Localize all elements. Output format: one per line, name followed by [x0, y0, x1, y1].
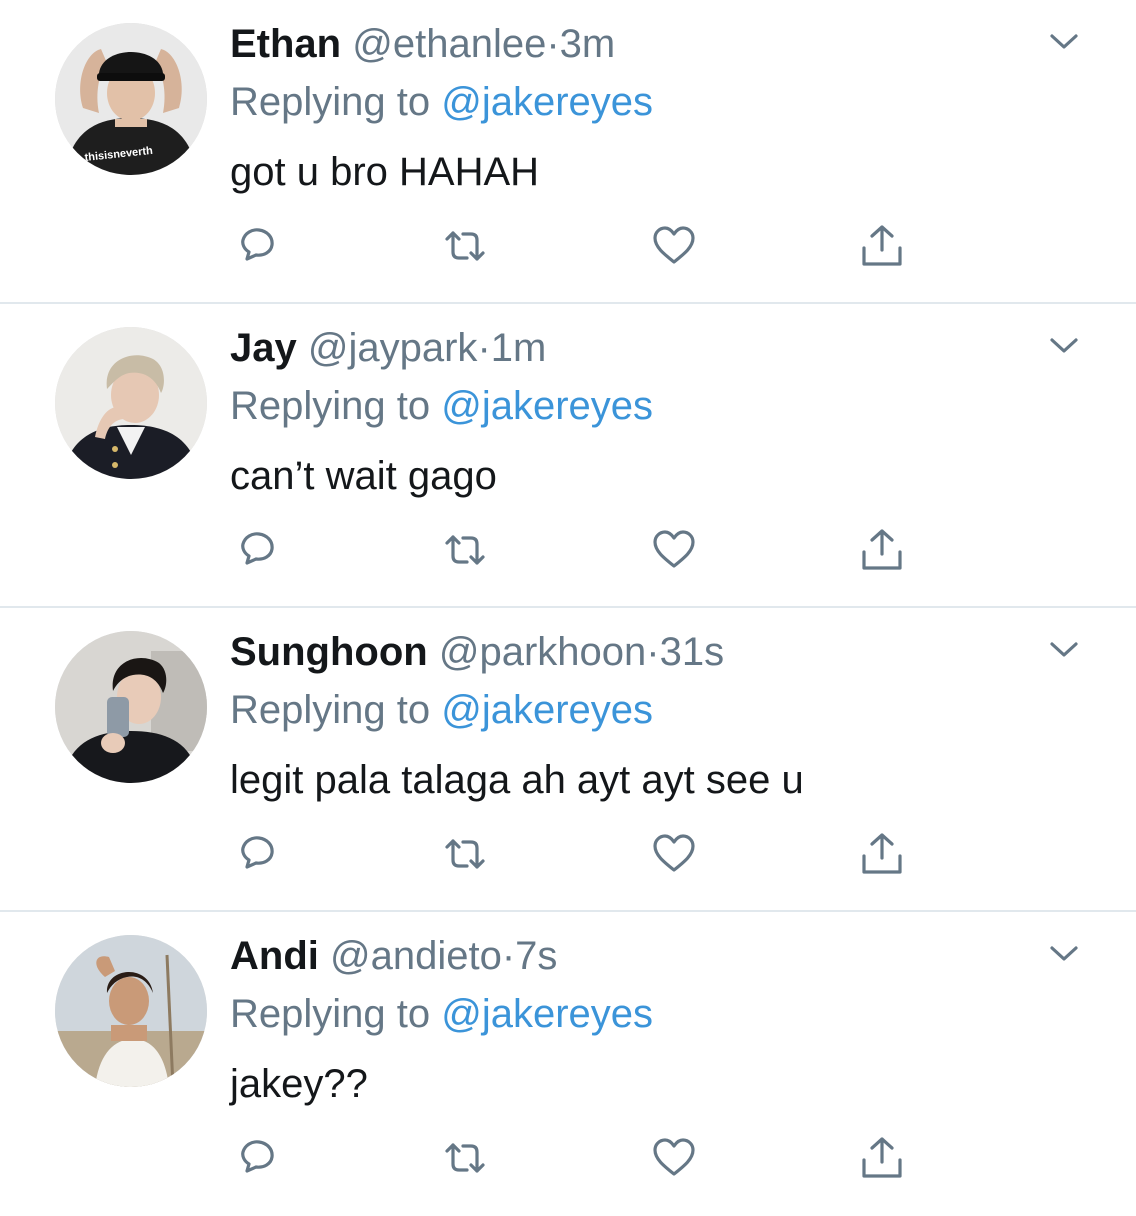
retweet-icon [445, 1143, 485, 1173]
avatar[interactable] [55, 631, 207, 783]
reply-icon [241, 836, 274, 869]
tweet-item[interactable]: Andi @andieto·7s Replying to @jakereyes … [0, 912, 1136, 1216]
tweet-header: Sunghoon @parkhoon·31s [230, 630, 724, 674]
retweet-button[interactable] [441, 526, 489, 574]
share-button[interactable] [858, 526, 906, 574]
like-button[interactable] [650, 830, 698, 878]
reply-button[interactable] [234, 222, 282, 270]
mention-link[interactable]: @jakereyes [441, 992, 653, 1036]
tweet-text: can’t wait gago [230, 454, 497, 498]
reply-icon [241, 532, 274, 565]
display-name[interactable]: Ethan [230, 22, 341, 66]
heart-icon [653, 1138, 695, 1176]
mention-link[interactable]: @jakereyes [441, 80, 653, 124]
retweet-button[interactable] [441, 222, 489, 270]
heart-icon [653, 226, 695, 264]
share-button[interactable] [858, 1134, 906, 1182]
heart-icon [653, 834, 695, 872]
tweet-item[interactable]: thisisneverth Ethan @ethanlee·3m Replyin… [0, 0, 1136, 304]
chevron-down-icon[interactable] [1046, 942, 1082, 966]
separator-dot: · [546, 22, 560, 66]
retweet-icon [445, 231, 485, 261]
user-handle[interactable]: @jaypark [308, 326, 478, 370]
timestamp[interactable]: 3m [560, 22, 616, 66]
timestamp[interactable]: 7s [515, 934, 557, 978]
like-button[interactable] [650, 1134, 698, 1182]
tweet-text: got u bro HAHAH [230, 150, 540, 194]
share-icon [862, 833, 902, 874]
chevron-down-icon[interactable] [1046, 638, 1082, 662]
tweet-text: jakey?? [230, 1062, 368, 1106]
reply-button[interactable] [234, 1134, 282, 1182]
share-icon [862, 225, 902, 266]
user-handle[interactable]: @ethanlee [352, 22, 546, 66]
tweet-item[interactable]: Sunghoon @parkhoon·31s Replying to @jake… [0, 608, 1136, 912]
display-name[interactable]: Andi [230, 934, 319, 978]
tweet-header: Ethan @ethanlee·3m [230, 22, 615, 66]
display-name[interactable]: Sunghoon [230, 630, 428, 674]
share-icon [862, 1137, 902, 1178]
avatar[interactable]: thisisneverth [55, 23, 207, 175]
separator-dot: · [477, 326, 491, 370]
replying-to-label: Replying to [230, 992, 431, 1036]
like-button[interactable] [650, 222, 698, 270]
tweet-text: legit pala talaga ah ayt ayt see u [230, 758, 804, 802]
share-icon [862, 529, 902, 570]
timestamp[interactable]: 31s [660, 630, 725, 674]
separator-dot: · [501, 934, 516, 978]
heart-icon [653, 530, 695, 568]
share-button[interactable] [858, 830, 906, 878]
reply-button[interactable] [234, 526, 282, 574]
display-name[interactable]: Jay [230, 326, 297, 370]
chevron-down-icon[interactable] [1046, 334, 1082, 358]
reply-icon [241, 1140, 274, 1173]
replying-to: Replying to @jakereyes [230, 80, 653, 124]
user-handle[interactable]: @andieto [330, 934, 502, 978]
replying-to: Replying to @jakereyes [230, 992, 653, 1036]
replying-to: Replying to @jakereyes [230, 688, 653, 732]
separator-dot: · [646, 630, 660, 674]
user-handle[interactable]: @parkhoon [439, 630, 646, 674]
reply-button[interactable] [234, 830, 282, 878]
retweet-icon [445, 839, 485, 869]
retweet-button[interactable] [441, 1134, 489, 1182]
like-button[interactable] [650, 526, 698, 574]
timestamp[interactable]: 1m [491, 326, 547, 370]
avatar[interactable] [55, 327, 207, 479]
replying-to: Replying to @jakereyes [230, 384, 653, 428]
mention-link[interactable]: @jakereyes [441, 688, 653, 732]
tweet-header: Andi @andieto·7s [230, 934, 557, 978]
retweet-icon [445, 535, 485, 565]
replying-to-label: Replying to [230, 688, 431, 732]
tweet-header: Jay @jaypark·1m [230, 326, 546, 370]
chevron-down-icon[interactable] [1046, 30, 1082, 54]
tweet-item[interactable]: Jay @jaypark·1m Replying to @jakereyes c… [0, 304, 1136, 608]
reply-icon [241, 228, 274, 261]
replying-to-label: Replying to [230, 80, 431, 124]
mention-link[interactable]: @jakereyes [441, 384, 653, 428]
avatar[interactable] [55, 935, 207, 1087]
replying-to-label: Replying to [230, 384, 431, 428]
reply-feed: thisisneverth Ethan @ethanlee·3m Replyin… [0, 0, 1136, 1200]
share-button[interactable] [858, 222, 906, 270]
retweet-button[interactable] [441, 830, 489, 878]
